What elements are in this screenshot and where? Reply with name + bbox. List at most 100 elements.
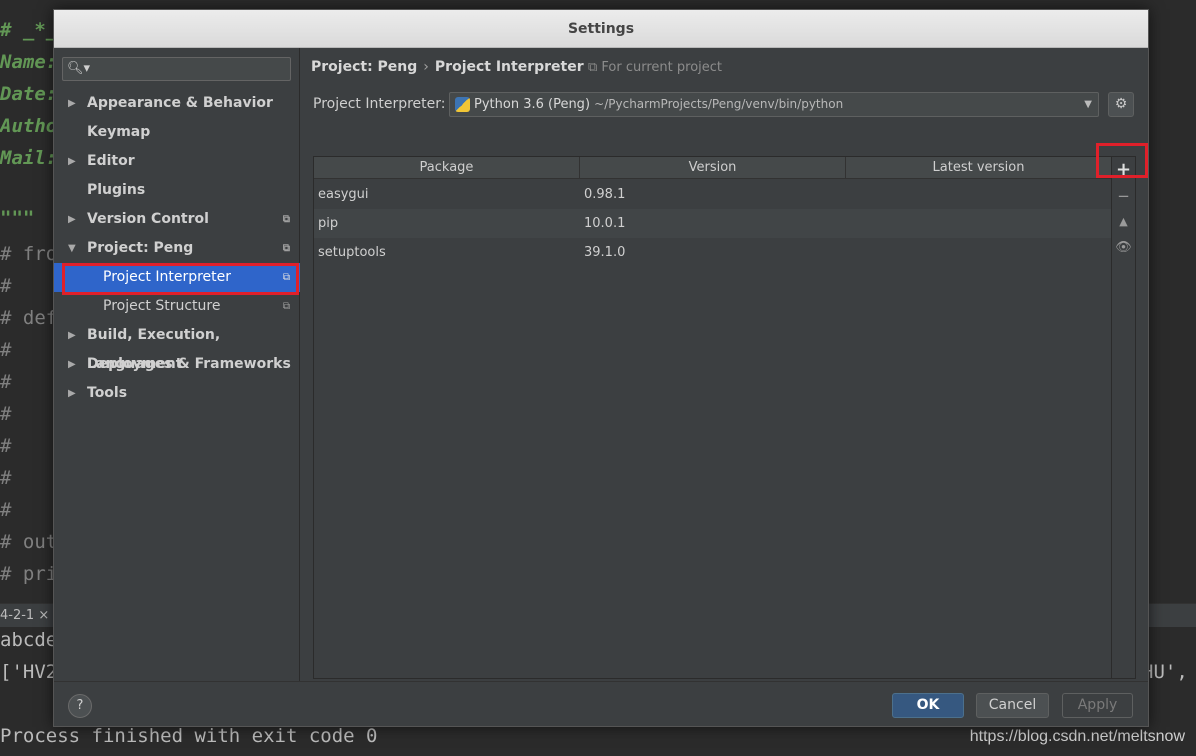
add-package-button[interactable]: + — [1112, 157, 1135, 183]
sidebar-item-editor[interactable]: ▶ Editor — [54, 147, 300, 176]
arrow-up-icon: ▲ — [1119, 215, 1128, 228]
output-line: ['HV2 — [0, 661, 58, 683]
sidebar-item-label: Appearance & Behavior — [87, 95, 273, 111]
sidebar-item-label: Plugins — [87, 182, 146, 198]
eye-icon: 👁 — [1115, 240, 1132, 255]
sidebar-item-project-peng[interactable]: ▼ Project: Peng ⧉ — [54, 234, 300, 263]
interpreter-label: Project Interpreter: — [313, 96, 446, 112]
sidebar-item-label: Version Control — [87, 211, 209, 227]
sidebar-item-plugins[interactable]: Plugins — [54, 176, 300, 205]
sidebar-item-tools[interactable]: ▶ Tools — [54, 379, 300, 408]
code-line: # fro — [0, 243, 58, 265]
project-scope-icon: ⧉ — [282, 243, 290, 254]
code-line: """ — [0, 207, 35, 229]
python-icon — [455, 97, 470, 112]
project-scope-icon: ⧉ — [282, 301, 290, 312]
table-header: Package Version Latest version — [314, 157, 1111, 179]
sidebar-item-label: Keymap — [87, 124, 151, 140]
breadcrumb-separator: › — [423, 59, 429, 75]
caret-right-icon[interactable]: ▶ — [68, 350, 76, 379]
cell-package: setuptools — [318, 245, 386, 260]
sidebar-item-label: Project: Peng — [87, 240, 194, 256]
sidebar-item-appearance-behavior[interactable]: ▶ Appearance & Behavior — [54, 89, 300, 118]
chevron-down-icon: ▼ — [1084, 99, 1092, 110]
breadcrumb-project: Project: Peng — [311, 59, 418, 75]
ok-button[interactable]: OK — [892, 693, 964, 718]
sidebar-item-build-execution-deployment[interactable]: ▶ Build, Execution, Deployment — [54, 321, 300, 372]
code-line: Name: — [0, 51, 58, 73]
project-scope-icon: ⧉ — [282, 272, 290, 283]
code-line: # _*_ — [0, 19, 58, 41]
gear-icon: ⚙ — [1114, 96, 1128, 112]
show-early-releases-button[interactable]: 👁 — [1112, 235, 1135, 261]
column-header-package[interactable]: Package — [314, 157, 580, 179]
sidebar-item-label: Languages & Frameworks — [87, 356, 291, 372]
sidebar-item-project-structure[interactable]: Project Structure ⧉ — [54, 292, 300, 321]
interpreter-name: Python 3.6 (Peng) — [474, 97, 591, 112]
cell-package: pip — [318, 216, 339, 231]
upgrade-package-button[interactable]: ▲ — [1112, 209, 1135, 235]
code-line: # — [0, 339, 12, 361]
interpreter-gear-button[interactable]: ⚙ — [1108, 92, 1134, 117]
interpreter-select[interactable]: Python 3.6 (Peng) ~/PycharmProjects/Peng… — [449, 92, 1099, 117]
code-line: Mail: — [0, 147, 58, 169]
minus-icon: − — [1117, 187, 1130, 205]
caret-right-icon[interactable]: ▶ — [68, 205, 76, 234]
interpreter-path: ~/PycharmProjects/Peng/venv/bin/python — [594, 97, 844, 111]
settings-dialog: Settings 🔍︎▾ ▶ Appearance & Behavior Keyma… — [53, 9, 1149, 727]
caret-right-icon[interactable]: ▶ — [68, 89, 76, 118]
cancel-button[interactable]: Cancel — [976, 693, 1049, 718]
caret-right-icon[interactable]: ▶ — [68, 147, 76, 176]
search-icon: 🔍︎▾ — [67, 61, 91, 76]
breadcrumb-page: Project Interpreter — [434, 59, 584, 75]
project-scope-icon: ⧉ — [282, 214, 290, 225]
code-line: # def — [0, 307, 58, 329]
column-header-version[interactable]: Version — [580, 157, 846, 179]
sidebar-item-keymap[interactable]: Keymap — [54, 118, 300, 147]
package-toolbar: + − ▲ 👁 — [1111, 156, 1136, 679]
sidebar-item-label: Project Interpreter — [103, 269, 232, 285]
sidebar-item-languages-frameworks[interactable]: ▶ Languages & Frameworks — [54, 350, 300, 379]
output-line: Process finished with exit code 0 — [0, 725, 378, 747]
apply-button[interactable]: Apply — [1062, 693, 1133, 718]
sidebar-item-label: Editor — [87, 153, 135, 169]
code-line: # — [0, 371, 12, 393]
cell-package: easygui — [318, 187, 369, 202]
table-row[interactable]: easygui 0.98.1 — [314, 180, 1111, 209]
breadcrumb: Project: Peng › Project Interpreter — [311, 59, 584, 75]
settings-sidebar: 🔍︎▾ ▶ Appearance & Behavior Keymap ▶ Editor P… — [54, 48, 300, 681]
code-line: # — [0, 467, 12, 489]
code-line: # — [0, 499, 12, 521]
sidebar-item-label: Project Structure — [103, 298, 221, 314]
code-line: # out — [0, 531, 58, 553]
settings-main-panel: Project: Peng › Project Interpreter ⧉ For … — [301, 48, 1148, 681]
run-tab[interactable]: 4-2-1 × — [0, 608, 49, 623]
table-row[interactable]: setuptools 39.1.0 — [314, 238, 1111, 267]
code-line: # — [0, 435, 12, 457]
plus-icon: + — [1115, 159, 1132, 180]
sidebar-item-label: Tools — [87, 385, 128, 401]
help-button[interactable]: ? — [68, 694, 92, 718]
packages-table: Package Version Latest version easygui 0.… — [313, 156, 1112, 679]
settings-search-input[interactable]: 🔍︎▾ — [62, 57, 291, 81]
code-line: # — [0, 275, 12, 297]
sidebar-item-version-control[interactable]: ▶ Version Control ⧉ — [54, 205, 300, 234]
table-row[interactable]: pip 10.0.1 — [314, 209, 1111, 238]
code-line: # pri — [0, 563, 58, 585]
code-line: Autho — [0, 115, 58, 137]
caret-right-icon[interactable]: ▶ — [68, 379, 76, 408]
cell-version: 10.0.1 — [584, 216, 626, 231]
for-current-project-note: ⧉ For current project — [588, 60, 723, 75]
cell-version: 39.1.0 — [584, 245, 626, 260]
watermark: https://blog.csdn.net/meltsnow — [969, 728, 1185, 745]
dialog-footer: ? OK Cancel Apply — [54, 681, 1148, 726]
sidebar-item-project-interpreter[interactable]: Project Interpreter ⧉ — [54, 263, 300, 292]
caret-right-icon[interactable]: ▶ — [68, 321, 76, 350]
code-line: # — [0, 403, 12, 425]
cell-version: 0.98.1 — [584, 187, 626, 202]
code-line: Date: — [0, 83, 58, 105]
caret-down-icon[interactable]: ▼ — [68, 234, 76, 263]
column-header-latest-version[interactable]: Latest version — [846, 157, 1111, 179]
remove-package-button[interactable]: − — [1112, 183, 1135, 209]
dialog-title[interactable]: Settings — [54, 10, 1148, 48]
